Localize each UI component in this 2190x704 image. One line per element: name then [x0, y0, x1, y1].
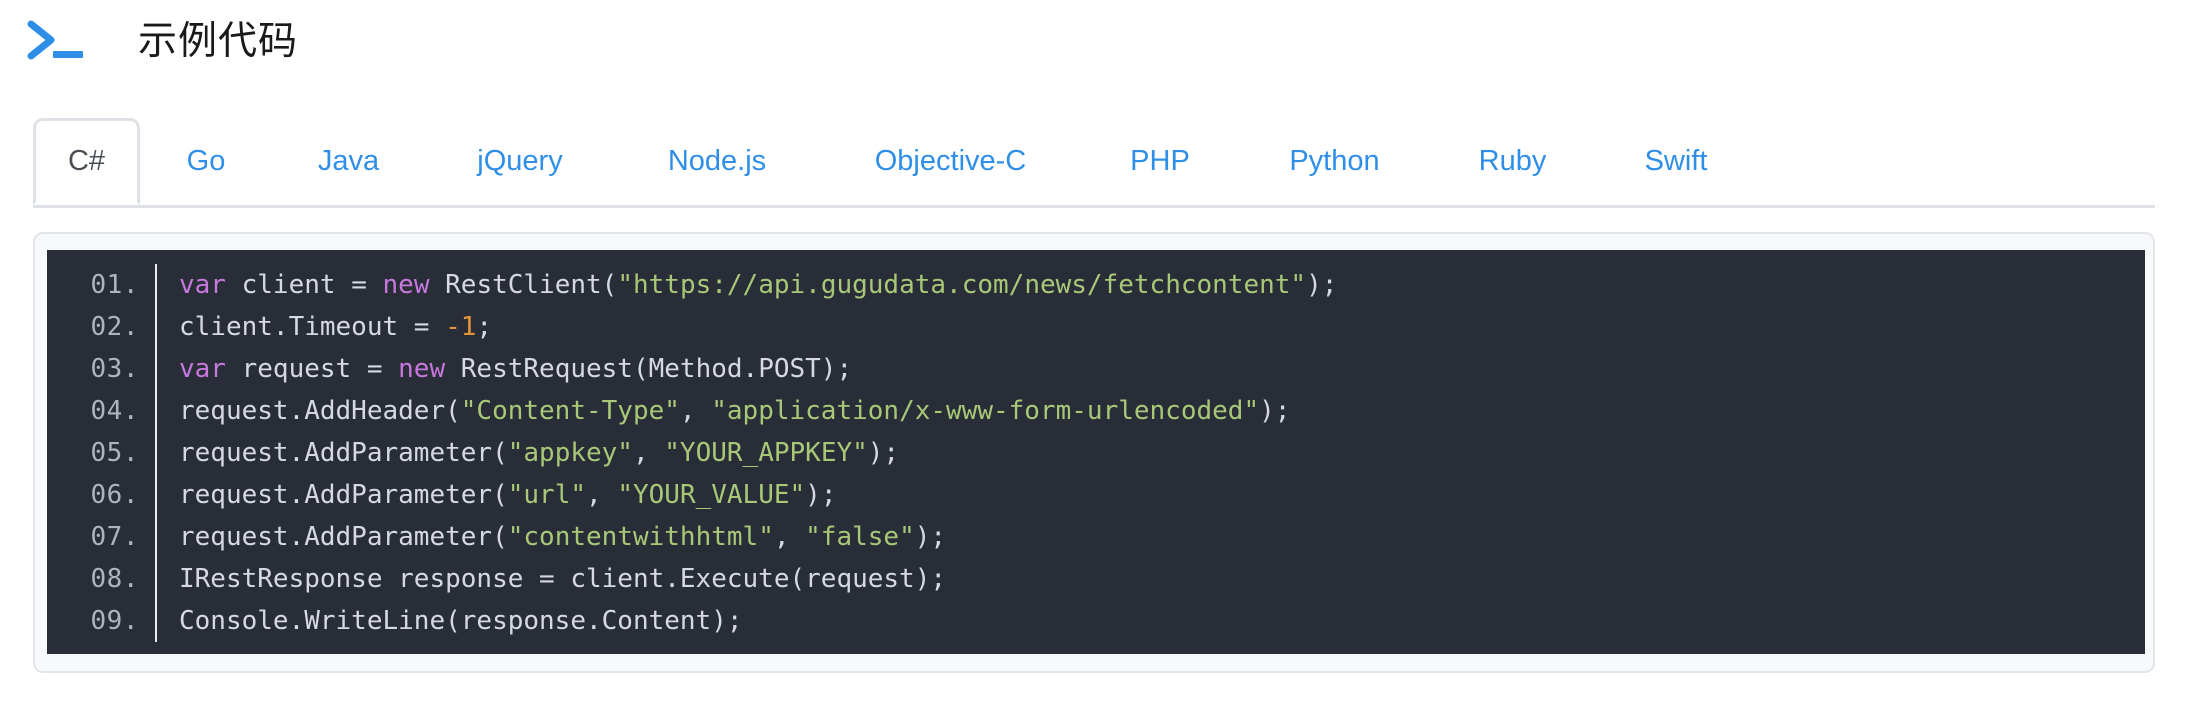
code-line: 02. client.Timeout = -1;: [47, 306, 2145, 348]
tab-c[interactable]: C#: [33, 118, 140, 205]
code-line: 07. request.AddParameter("contentwithhtml…: [47, 516, 2145, 558]
line-number: 07.: [90, 522, 139, 552]
language-tab-bar: C# Go Java jQuery Node.js Objective-C PHP Pytho…: [33, 118, 2155, 208]
code-line: 06. request.AddParameter("url", "YOUR_VAL…: [47, 474, 2145, 516]
code-line: 04. request.AddHeader("Content-Type", "ap…: [47, 390, 2145, 432]
tab-jquery[interactable]: jQuery: [425, 118, 615, 205]
code-text: request.AddParameter("url", "YOUR_VALUE"…: [179, 480, 837, 510]
line-number: 01.: [90, 270, 139, 300]
code-line: 09. Console.WriteLine(response.Content);: [47, 600, 2145, 642]
line-number: 08.: [90, 564, 139, 594]
code-text: var client = new RestClient("https://api…: [179, 270, 1338, 300]
tab-swift[interactable]: Swift: [1594, 118, 1758, 205]
code-sample-panel: 示例代码 C# Go Java jQuery Node.js Objective-C PHP…: [0, 0, 2190, 704]
line-number: 09.: [90, 606, 139, 636]
tab-label: Python: [1289, 145, 1380, 177]
code-text: request.AddHeader("Content-Type", "appli…: [179, 396, 1291, 426]
code-text: client.Timeout = -1;: [179, 312, 493, 342]
code-sample-card: 01. var client = new RestClient("https://…: [33, 232, 2155, 673]
code-line: 03. var request = new RestRequest(Method.…: [47, 348, 2145, 390]
code-line: 08. IRestResponse response = client.Execu…: [47, 558, 2145, 600]
tab-label: Java: [317, 145, 380, 177]
line-number: 04.: [90, 396, 139, 426]
tab-node-js[interactable]: Node.js: [615, 118, 819, 205]
tab-ruby[interactable]: Ruby: [1431, 118, 1594, 205]
tab-python[interactable]: Python: [1238, 118, 1431, 205]
line-number: 03.: [90, 354, 139, 384]
tab-label: PHP: [1130, 145, 1190, 177]
tab-go[interactable]: Go: [140, 118, 272, 205]
terminal-prompt-icon: [25, 18, 87, 66]
line-number: 02.: [90, 312, 139, 342]
tab-label: Objective-C: [874, 145, 1027, 177]
tab-label: Go: [186, 145, 226, 177]
tab-label: C#: [67, 145, 106, 177]
section-header: 示例代码: [0, 0, 2190, 84]
line-number: 06.: [90, 480, 139, 510]
code-text: Console.WriteLine(response.Content);: [179, 606, 743, 636]
tab-php[interactable]: PHP: [1082, 118, 1238, 205]
tab-label: Swift: [1644, 145, 1708, 177]
code-line: 05. request.AddParameter("appkey", "YOUR_…: [47, 432, 2145, 474]
tab-java[interactable]: Java: [272, 118, 425, 205]
code-text: var request = new RestRequest(Method.POS…: [179, 354, 853, 384]
page-title: 示例代码: [138, 19, 299, 64]
line-number: 05.: [90, 438, 139, 468]
tab-label: jQuery: [477, 145, 563, 177]
tab-label: Ruby: [1478, 145, 1547, 177]
code-block[interactable]: 01. var client = new RestClient("https://…: [47, 250, 2145, 654]
tab-objective-c[interactable]: Objective-C: [819, 118, 1082, 205]
tab-label: Node.js: [667, 145, 767, 177]
code-text: request.AddParameter("appkey", "YOUR_APP…: [179, 438, 900, 468]
code-line: 01. var client = new RestClient("https://…: [47, 264, 2145, 306]
code-text: IRestResponse response = client.Execute(…: [179, 564, 947, 594]
code-text: request.AddParameter("contentwithhtml", …: [179, 522, 947, 552]
